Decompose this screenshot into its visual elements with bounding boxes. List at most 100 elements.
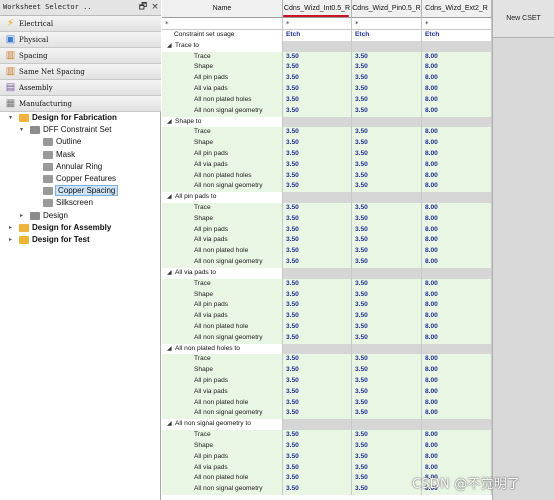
- value-cell[interactable]: 3.50: [283, 462, 352, 474]
- worksheet-folder[interactable]: ▣ Physical: [0, 32, 161, 48]
- value-cell[interactable]: 3.50: [352, 181, 422, 193]
- collapse-arrow-icon[interactable]: ▸: [7, 236, 14, 244]
- value-cell[interactable]: 3.50: [352, 321, 422, 333]
- column-header-cset-pin[interactable]: Cdns_Wizd_Pin0.5_R: [352, 0, 422, 18]
- collapse-triangle-icon[interactable]: ◢: [167, 192, 175, 203]
- value-cell[interactable]: 8.00: [422, 181, 492, 193]
- table-row[interactable]: Shape 3.50 3.50 8.00: [162, 440, 492, 452]
- value-cell[interactable]: 3.50: [283, 321, 352, 333]
- value-cell[interactable]: 8.00: [422, 105, 492, 117]
- table-row[interactable]: All via pads 3.50 3.50 8.00: [162, 462, 492, 474]
- close-icon[interactable]: ×: [150, 2, 160, 13]
- value-cell[interactable]: 3.50: [352, 397, 422, 409]
- collapse-triangle-icon[interactable]: ◢: [167, 268, 175, 279]
- section-title-cell[interactable]: ◢ All non plated holes to: [162, 343, 283, 355]
- filter-cell-name[interactable]: *: [162, 18, 283, 30]
- value-cell[interactable]: 3.50: [283, 430, 352, 441]
- value-cell[interactable]: 3.50: [352, 62, 422, 74]
- value-cell[interactable]: 3.50: [352, 94, 422, 106]
- usage-cell[interactable]: Etch: [352, 30, 422, 41]
- column-header-name[interactable]: Name: [162, 0, 283, 18]
- section-title-cell[interactable]: ◢ Trace to: [162, 40, 283, 52]
- value-cell[interactable]: 8.00: [422, 408, 492, 420]
- value-cell[interactable]: 3.50: [352, 278, 422, 290]
- value-cell[interactable]: 3.50: [283, 148, 352, 160]
- value-cell[interactable]: 3.50: [352, 462, 422, 474]
- table-row[interactable]: All via pads 3.50 3.50 8.00: [162, 386, 492, 398]
- value-cell[interactable]: 8.00: [422, 386, 492, 398]
- table-row[interactable]: All pin pads 3.50 3.50 8.00: [162, 148, 492, 160]
- table-row[interactable]: All non plated hole 3.50 3.50 8.00: [162, 246, 492, 258]
- value-cell[interactable]: 3.50: [352, 430, 422, 441]
- collapse-triangle-icon[interactable]: ◢: [167, 419, 175, 430]
- value-cell[interactable]: 8.00: [422, 94, 492, 106]
- value-cell[interactable]: 8.00: [422, 224, 492, 236]
- value-cell[interactable]: 8.00: [422, 300, 492, 312]
- tree-item[interactable]: ▾ Design for Fabrication: [0, 112, 161, 124]
- filter-cell-int[interactable]: *: [283, 18, 352, 30]
- tree-item[interactable]: Outline: [0, 136, 161, 148]
- value-cell[interactable]: 3.50: [352, 440, 422, 452]
- tree-item[interactable]: Copper Spacing: [0, 185, 161, 197]
- section-header-row[interactable]: ◢ All via pads to: [162, 267, 492, 279]
- tree-item[interactable]: ▸ Design: [0, 210, 161, 222]
- value-cell[interactable]: 3.50: [352, 203, 422, 214]
- value-cell[interactable]: 3.50: [352, 73, 422, 85]
- value-cell[interactable]: 3.50: [352, 311, 422, 322]
- table-row[interactable]: All pin pads 3.50 3.50 8.00: [162, 300, 492, 312]
- table-row[interactable]: All non signal geometry 3.50 3.50 8.00: [162, 408, 492, 420]
- table-row[interactable]: All non plated holes 3.50 3.50 8.00: [162, 94, 492, 106]
- value-cell[interactable]: 3.50: [283, 138, 352, 149]
- value-cell[interactable]: 3.50: [283, 300, 352, 312]
- worksheet-folder[interactable]: ⚡ Electrical: [0, 16, 161, 32]
- value-cell[interactable]: 3.50: [352, 105, 422, 117]
- new-cset-button[interactable]: New CSET: [492, 0, 554, 38]
- value-cell[interactable]: 3.50: [352, 235, 422, 247]
- collapse-triangle-icon[interactable]: ◢: [167, 41, 175, 52]
- table-row[interactable]: Trace 3.50 3.50 8.00: [162, 127, 492, 139]
- value-cell[interactable]: 8.00: [422, 462, 492, 474]
- value-cell[interactable]: 3.50: [283, 84, 352, 95]
- value-cell[interactable]: 8.00: [422, 257, 492, 268]
- value-cell[interactable]: 3.50: [283, 105, 352, 117]
- value-cell[interactable]: 3.50: [283, 181, 352, 193]
- value-cell[interactable]: 3.50: [283, 332, 352, 344]
- value-cell[interactable]: 3.50: [352, 408, 422, 420]
- value-cell[interactable]: 8.00: [422, 213, 492, 225]
- value-cell[interactable]: 3.50: [283, 365, 352, 376]
- value-cell[interactable]: 8.00: [422, 289, 492, 301]
- tree-item[interactable]: Mask: [0, 149, 161, 161]
- section-header-row[interactable]: ◢ All non signal geometry to: [162, 419, 492, 431]
- table-row[interactable]: All non signal geometry 3.50 3.50 8.00: [162, 257, 492, 268]
- value-cell[interactable]: 8.00: [422, 278, 492, 290]
- table-row[interactable]: All via pads 3.50 3.50 8.00: [162, 159, 492, 171]
- value-cell[interactable]: 3.50: [352, 376, 422, 387]
- value-cell[interactable]: 3.50: [283, 440, 352, 452]
- value-cell[interactable]: 3.50: [283, 170, 352, 182]
- value-cell[interactable]: 3.50: [283, 397, 352, 409]
- section-header-row[interactable]: ◢ All non plated holes to: [162, 343, 492, 355]
- value-cell[interactable]: 3.50: [352, 51, 422, 63]
- value-cell[interactable]: 8.00: [422, 365, 492, 376]
- value-cell[interactable]: 8.00: [422, 235, 492, 247]
- value-cell[interactable]: 3.50: [283, 213, 352, 225]
- value-cell[interactable]: 8.00: [422, 51, 492, 63]
- value-cell[interactable]: 3.50: [283, 224, 352, 236]
- value-cell[interactable]: 8.00: [422, 430, 492, 441]
- table-row[interactable]: All pin pads 3.50 3.50 8.00: [162, 451, 492, 463]
- value-cell[interactable]: 3.50: [352, 246, 422, 258]
- value-cell[interactable]: 3.50: [283, 246, 352, 258]
- value-cell[interactable]: 8.00: [422, 451, 492, 463]
- expand-arrow-icon[interactable]: ▾: [7, 114, 14, 122]
- table-row[interactable]: Trace 3.50 3.50 8.00: [162, 354, 492, 366]
- table-row[interactable]: All via pads 3.50 3.50 8.00: [162, 235, 492, 247]
- value-cell[interactable]: 3.50: [283, 127, 352, 139]
- value-cell[interactable]: 3.50: [352, 300, 422, 312]
- value-cell[interactable]: 3.50: [283, 408, 352, 420]
- value-cell[interactable]: 3.50: [283, 73, 352, 85]
- value-cell[interactable]: 3.50: [352, 386, 422, 398]
- value-cell[interactable]: 8.00: [422, 332, 492, 344]
- value-cell[interactable]: 3.50: [352, 354, 422, 366]
- value-cell[interactable]: 3.50: [352, 332, 422, 344]
- table-row[interactable]: Trace 3.50 3.50 8.00: [162, 430, 492, 441]
